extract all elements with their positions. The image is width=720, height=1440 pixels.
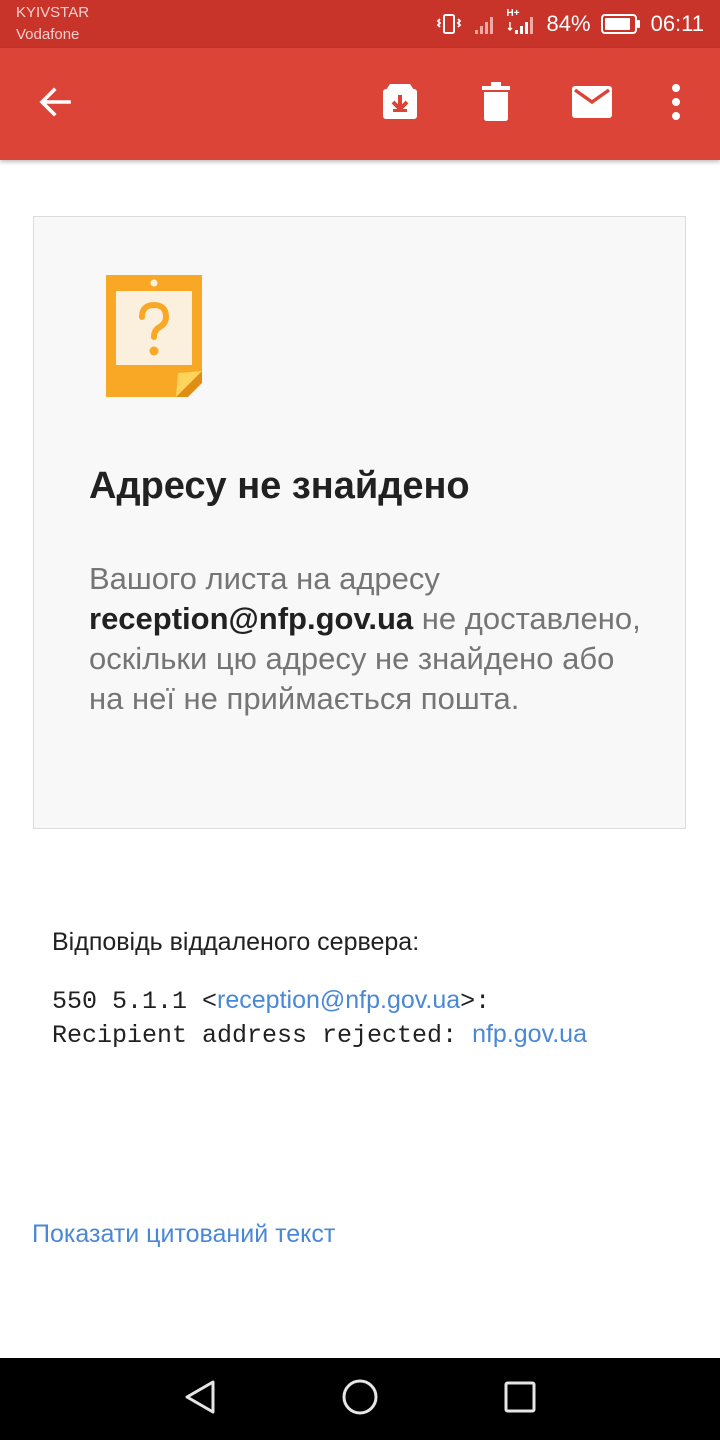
nav-back-button[interactable] <box>175 1374 225 1424</box>
more-icon <box>671 83 681 125</box>
back-button[interactable] <box>27 76 83 132</box>
server-response-label: Відповідь віддаленого сервера: <box>52 928 420 956</box>
signal-icon-2: H+ <box>507 8 537 36</box>
status-icons: H+ 84% 06:11 <box>435 8 704 40</box>
signal-icon <box>473 12 497 36</box>
card-body-before: Вашого листа на адресу <box>89 561 440 596</box>
mark-unread-button[interactable] <box>564 76 620 132</box>
archive-icon <box>380 82 420 127</box>
mark-unread-icon <box>571 85 613 124</box>
clock: 06:11 <box>650 11 704 36</box>
status-bar: KYIVSTAR Vodafone H+ 84% 06:11 <box>0 0 720 48</box>
card-title: Адресу не знайдено <box>89 465 470 507</box>
vibrate-icon <box>435 12 463 36</box>
recents-square-icon <box>503 1380 537 1419</box>
server-line2-prefix: Recipient address rejected: <box>52 1021 473 1050</box>
server-response-message: 550 5.1.1 <reception@nfp.gov.ua>: Recipi… <box>52 984 587 1052</box>
nav-home-button[interactable] <box>335 1374 385 1424</box>
delete-button[interactable] <box>468 76 524 132</box>
show-quoted-text-link[interactable]: Показати цитований текст <box>32 1220 335 1249</box>
bounce-message-card: Адресу не знайдено Вашого листа на адрес… <box>33 216 686 829</box>
home-circle-icon <box>341 1378 379 1421</box>
recipient-address: reception@nfp.gov.ua <box>89 601 414 636</box>
server-code-suffix: >: <box>460 987 491 1016</box>
more-options-button[interactable] <box>648 76 704 132</box>
battery-percent: 84% <box>546 11 591 36</box>
server-domain-link[interactable]: nfp.gov.ua <box>472 1020 587 1048</box>
battery-icon <box>600 13 641 35</box>
question-note-icon <box>106 275 204 404</box>
navigation-bar <box>0 1358 720 1440</box>
network-type: H+ <box>506 8 520 19</box>
nav-recents-button[interactable] <box>495 1374 545 1424</box>
archive-button[interactable] <box>372 76 428 132</box>
card-body: Вашого листа на адресу reception@nfp.gov… <box>89 559 649 719</box>
server-code-prefix: 550 5.1.1 < <box>52 987 218 1016</box>
back-icon <box>37 84 73 125</box>
back-triangle-icon <box>183 1379 217 1420</box>
app-bar <box>0 48 720 160</box>
carrier-name-1: KYIVSTAR <box>16 4 90 21</box>
carrier-name-2: Vodafone <box>16 26 80 43</box>
delete-icon <box>478 81 514 127</box>
server-address-link[interactable]: reception@nfp.gov.ua <box>217 986 460 1014</box>
